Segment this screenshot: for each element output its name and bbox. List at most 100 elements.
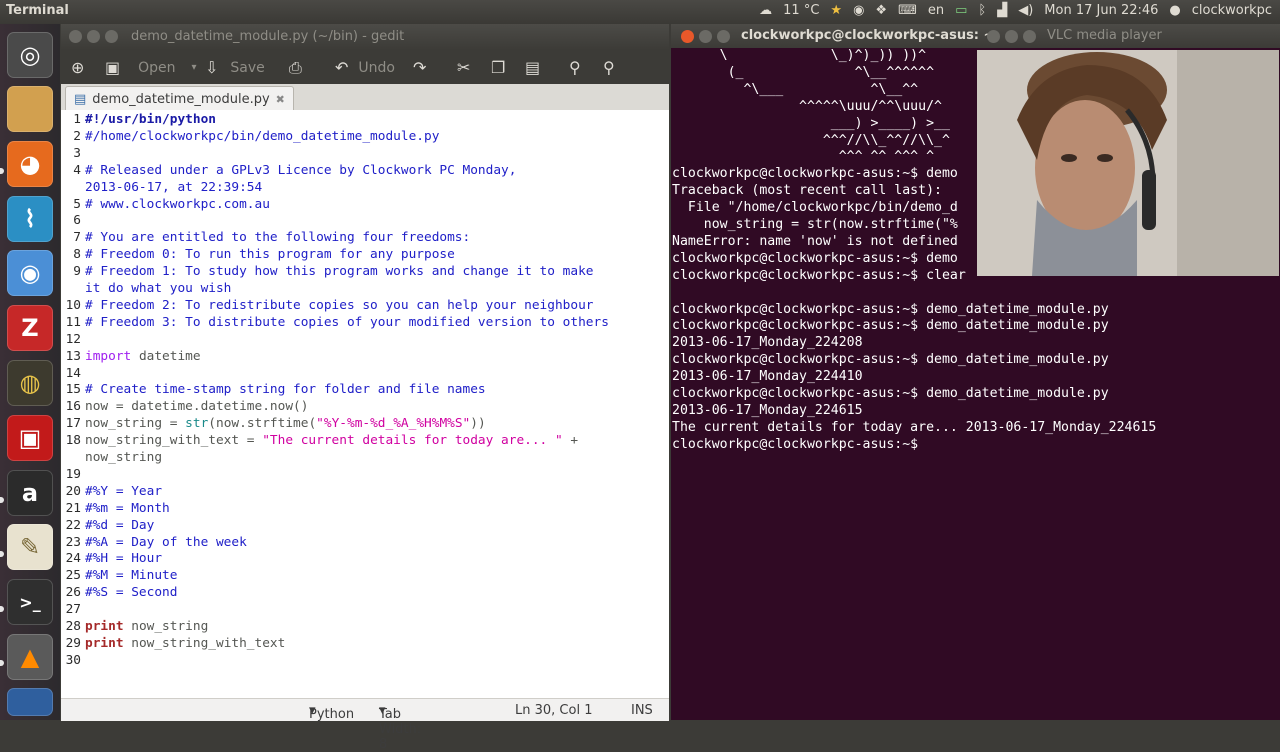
firefox-icon[interactable]: ◕ <box>7 141 53 187</box>
redo-icon[interactable]: ↷ <box>413 58 426 77</box>
terminal-icon[interactable]: >_ <box>7 579 53 625</box>
terminal-line: ^^^ ^^ ^^^ ^ <box>672 149 935 165</box>
system-monitor-icon[interactable]: ⌇ <box>7 196 53 242</box>
tab-demo-datetime-module[interactable]: ▤ demo_datetime_module.py ✖ <box>65 86 294 111</box>
language-selector[interactable]: Python ▾ <box>309 703 354 722</box>
workspace-switcher-icon[interactable] <box>7 688 53 716</box>
open-label: Open <box>138 59 176 76</box>
save-label: Save <box>230 59 265 76</box>
bluetooth-icon[interactable]: ᛒ <box>978 3 986 18</box>
save-button[interactable]: ⇩ Save <box>205 58 265 77</box>
find-button[interactable]: ⚲ <box>569 58 581 77</box>
running-indicator <box>0 497 4 503</box>
star-icon[interactable]: ★ <box>830 3 842 18</box>
terminal-line: clockworkpc@clockworkpc-asus:~$ demo_dat… <box>672 386 1109 401</box>
battery-icon[interactable]: ▭ <box>955 3 967 18</box>
cut-button[interactable]: ✂ <box>457 58 470 77</box>
user-name[interactable]: clockworkpc <box>1192 3 1272 18</box>
gedit-window: demo_datetime_module.py (~/bin) - gedit … <box>61 24 669 752</box>
line-number: 14 <box>65 365 81 381</box>
code-editor[interactable]: 1 #!/usr/bin/python 2 #/home/clockworkpc/bi… <box>61 110 669 698</box>
line-number: 6 <box>73 213 81 229</box>
line-number: 29 <box>65 635 81 651</box>
terminal-line: clockworkpc@clockworkpc-asus:~$ demo <box>672 166 958 182</box>
ubuntu-dash-icon[interactable]: ◎ <box>7 32 53 78</box>
close-icon[interactable]: ✖ <box>276 93 285 106</box>
line-number: 12 <box>65 331 81 347</box>
close-icon[interactable] <box>681 30 694 43</box>
line-number: 26 <box>65 585 81 601</box>
weather-temperature[interactable]: 11 °C <box>783 3 819 18</box>
gedit-toolbar: ⊕ ▣ Open ▾ ⇩ Save ⎙ ↶ Undo ↷ ✂ ❐ ▤ ⚲ ⚲ <box>61 50 669 84</box>
line-number: 20 <box>65 483 81 499</box>
chromium-icon[interactable]: ◉ <box>7 250 53 296</box>
clock[interactable]: Mon 17 Jun 22:46 <box>1044 3 1158 18</box>
code-line: now_string_with_text = "The current deta… <box>85 433 579 449</box>
vlc-maximize-icon[interactable] <box>1023 30 1036 43</box>
top-panel: Terminal ☁ 11 °C ★ ◉ ❖ ⌨ en ▭ ᛒ ▟ ◀) Mon… <box>0 0 1280 24</box>
paste-icon: ▤ <box>525 58 541 77</box>
terminal-line: The current details for today are... 201… <box>672 419 1157 435</box>
terminal-line: clockworkpc@clockworkpc-asus:~$ demo_dat… <box>672 301 1109 317</box>
youtube-dl-icon[interactable]: ▣ <box>7 415 53 461</box>
running-indicator <box>0 606 4 612</box>
code-line: # Create time-stamp string for folder an… <box>85 382 486 398</box>
code-line: #!/usr/bin/python <box>85 112 216 127</box>
insert-mode: INS <box>631 703 653 718</box>
code-line: now = datetime.datetime.now() <box>85 399 309 415</box>
new-document-button[interactable]: ⊕ <box>71 58 84 77</box>
keyboard-icon[interactable]: ⌨ <box>898 3 917 18</box>
close-icon[interactable] <box>69 30 82 43</box>
terminal-line: (_ ^\__^^^^^^ <box>672 64 935 80</box>
paste-button[interactable]: ▤ <box>525 58 540 77</box>
volume-icon[interactable]: ◀) <box>1018 3 1033 18</box>
line-number: 22 <box>65 517 81 533</box>
minimize-icon[interactable] <box>87 30 100 43</box>
undo-button[interactable]: ↶ Undo ↷ <box>335 58 426 77</box>
ardour-icon[interactable]: ◍ <box>7 360 53 406</box>
keyboard-layout-label[interactable]: en <box>928 3 944 18</box>
camera-icon[interactable]: ◉ <box>853 3 864 18</box>
vlc-icon[interactable]: ▲ <box>7 634 53 680</box>
code-line: now_string = str(now.strftime("%Y-%m-%d_… <box>85 416 486 432</box>
copy-button[interactable]: ❐ <box>491 58 505 77</box>
line-number: 23 <box>65 534 81 550</box>
amarok-icon[interactable]: a <box>7 470 53 516</box>
print-button[interactable]: ⎙ <box>289 58 302 78</box>
tab-width-selector[interactable]: Tab Width: 8 ▾ <box>379 703 421 752</box>
webcam-person-image <box>977 50 1279 276</box>
terminal-line: Traceback (most recent call last): <box>672 183 942 199</box>
network-icon[interactable]: ▟ <box>997 3 1007 18</box>
line-number: 25 <box>65 568 81 584</box>
user-icon[interactable]: ● <box>1169 3 1180 18</box>
dropbox-icon[interactable]: ❖ <box>875 3 887 18</box>
tab-label: demo_datetime_module.py <box>92 91 270 107</box>
weather-icon[interactable]: ☁ <box>759 3 772 18</box>
vlc-minimize-icon[interactable] <box>1005 30 1018 43</box>
zotero-icon[interactable]: Z <box>7 305 53 351</box>
line-number: 5 <box>73 196 81 212</box>
code-line: # Released under a GPLv3 Licence by Cloc… <box>85 162 517 178</box>
line-number: 15 <box>65 382 81 398</box>
chevron-down-icon[interactable]: ▾ <box>192 62 197 73</box>
line-number: 18 <box>65 433 81 449</box>
text-editor-icon[interactable]: ✎ <box>7 524 53 570</box>
maximize-icon[interactable] <box>105 30 118 43</box>
find-replace-button[interactable]: ⚲ <box>603 58 615 77</box>
line-number: 3 <box>73 145 81 161</box>
terminal-line: 2013-06-17_Monday_224410 <box>672 369 863 385</box>
code-line: #%d = Day <box>85 517 155 533</box>
line-number: 19 <box>65 466 81 482</box>
undo-icon: ↶ <box>335 58 349 77</box>
code-line: # Freedom 0: To run this program for any… <box>85 247 455 263</box>
files-icon[interactable] <box>7 86 53 132</box>
vlc-close-icon[interactable] <box>987 30 1000 43</box>
code-line: #/home/clockworkpc/bin/demo_datetime_mod… <box>85 128 440 144</box>
minimize-icon[interactable] <box>699 30 712 43</box>
terminal-line: 2013-06-17_Monday_224615 <box>672 402 863 418</box>
maximize-icon[interactable] <box>717 30 730 43</box>
line-number: 7 <box>73 230 81 246</box>
save-icon: ⇩ <box>205 58 219 77</box>
line-number: 1 <box>73 112 81 127</box>
open-button[interactable]: ▣ Open ▾ <box>105 58 197 77</box>
